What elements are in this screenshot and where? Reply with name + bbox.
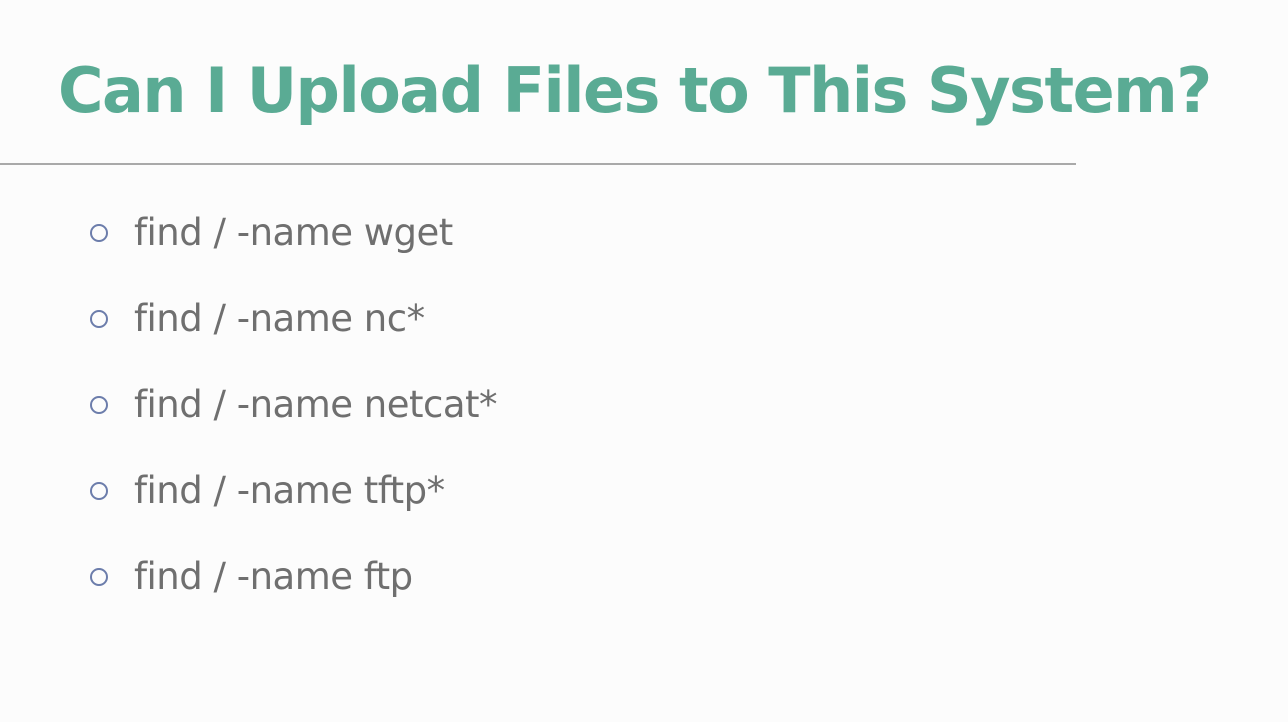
bullet-text: find / -name wget — [134, 211, 453, 254]
bullet-text: find / -name tftp* — [134, 469, 445, 512]
bullet-text: find / -name netcat* — [134, 383, 498, 426]
hollow-circle-icon — [90, 224, 108, 242]
bullet-item: find / -name ftp — [90, 534, 497, 620]
slide: Can I Upload Files to This System? find … — [0, 0, 1288, 722]
bullet-text: find / -name ftp — [134, 555, 413, 598]
bullet-item: find / -name netcat* — [90, 362, 498, 448]
hollow-circle-icon — [90, 568, 108, 586]
bullet-item: find / -name tftp* — [90, 448, 497, 534]
bullet-item: find / -name nc* — [90, 276, 497, 362]
hollow-circle-icon — [90, 310, 108, 328]
bullet-list: find / -name wget find / -name nc* find … — [90, 190, 498, 620]
slide-title: Can I Upload Files to This System? — [58, 54, 1212, 127]
bullet-item: find / -name wget — [90, 190, 497, 276]
bullet-text: find / -name nc* — [134, 297, 425, 340]
title-divider — [0, 163, 1076, 165]
hollow-circle-icon — [90, 482, 108, 500]
hollow-circle-icon — [90, 396, 108, 414]
